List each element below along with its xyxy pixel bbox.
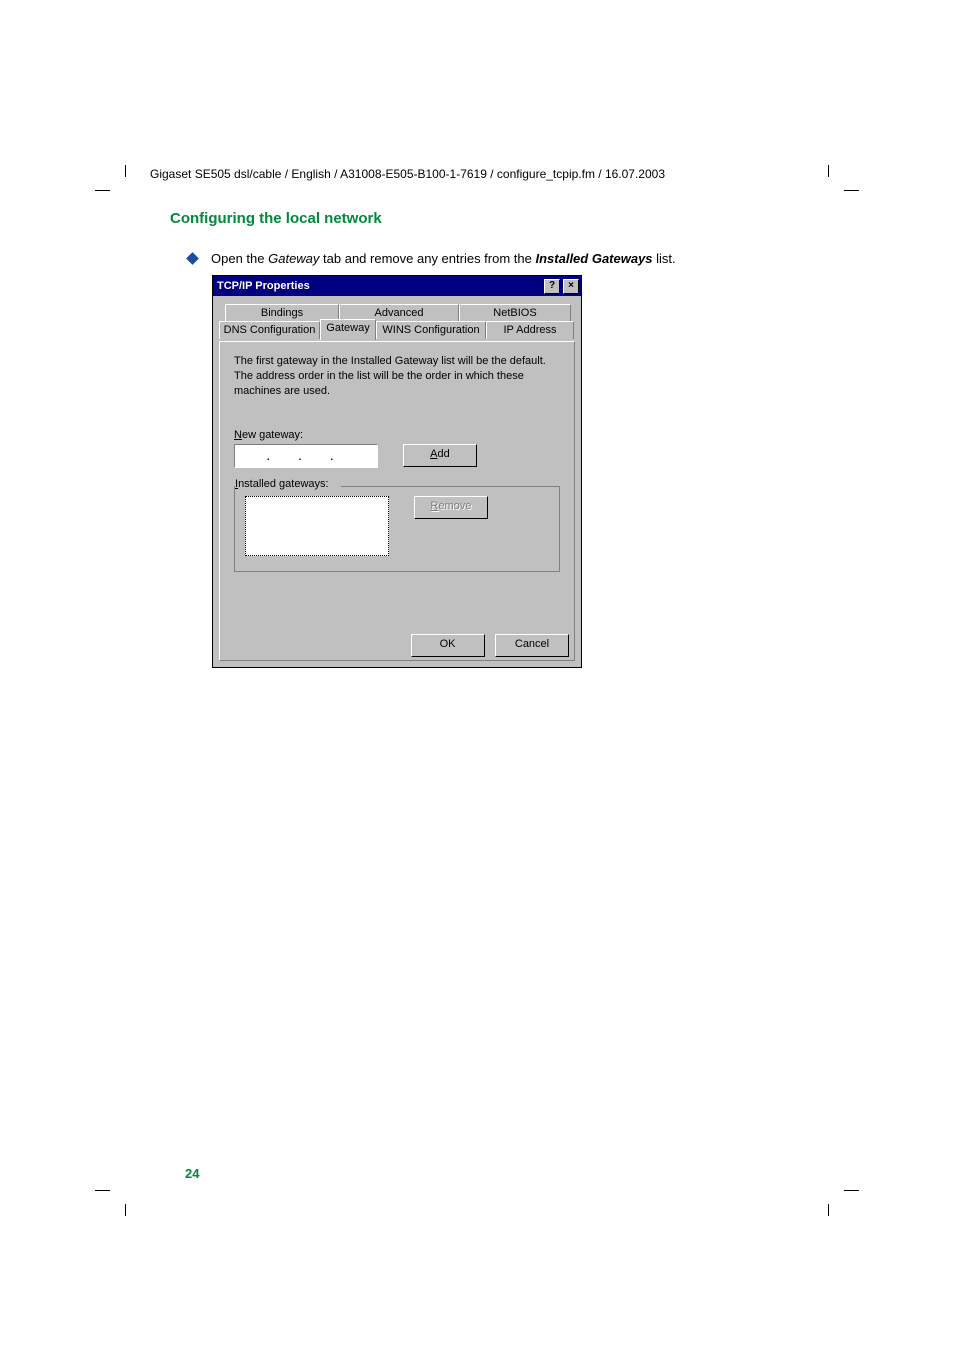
help-button[interactable]: ?	[544, 279, 560, 294]
section-heading: Configuring the local network	[170, 210, 382, 227]
new-gateway-input[interactable]: . . .	[234, 444, 378, 468]
page-number: 24	[185, 1166, 199, 1181]
crop-mark	[125, 165, 126, 177]
tab-panel-gateway: The first gateway in the Installed Gatew…	[219, 341, 575, 661]
crop-mark	[95, 190, 110, 191]
close-button[interactable]: ×	[563, 279, 579, 294]
remove-button[interactable]: Remove	[414, 496, 488, 519]
cancel-button[interactable]: Cancel	[495, 634, 569, 657]
gateway-description: The first gateway in the Installed Gatew…	[234, 354, 560, 399]
tab-wins-configuration[interactable]: WINS Configuration	[376, 321, 486, 339]
installed-gateways-group: Installed gateways: Remove	[234, 486, 560, 572]
installed-gateways-label: Installed gateways:	[235, 478, 331, 490]
crop-mark	[95, 1190, 110, 1191]
tab-strip: Bindings Advanced NetBIOS DNS Configurat…	[219, 304, 575, 342]
add-button[interactable]: Add	[403, 444, 477, 467]
tab-netbios[interactable]: NetBIOS	[459, 304, 571, 322]
tab-gateway[interactable]: Gateway	[320, 319, 376, 340]
new-gateway-label: New gateway:	[234, 429, 560, 441]
installed-gateways-list[interactable]	[245, 496, 389, 556]
crop-mark	[844, 190, 859, 191]
crop-mark	[828, 1204, 829, 1216]
page-header: Gigaset SE505 dsl/cable / English / A310…	[150, 167, 830, 181]
dialog-title: TCP/IP Properties	[217, 280, 310, 292]
bullet-text: Open the Gateway tab and remove any entr…	[211, 250, 676, 268]
dialog-titlebar: TCP/IP Properties ? ×	[213, 276, 581, 296]
crop-mark	[844, 1190, 859, 1191]
ok-button[interactable]: OK	[411, 634, 485, 657]
bullet-item: Open the Gateway tab and remove any entr…	[188, 250, 808, 268]
bullet-icon	[186, 252, 199, 265]
dialog-button-row: OK Cancel	[405, 634, 569, 657]
tab-ip-address[interactable]: IP Address	[486, 321, 574, 339]
tab-dns-configuration[interactable]: DNS Configuration	[219, 321, 320, 339]
crop-mark	[125, 1204, 126, 1216]
tcpip-properties-dialog: TCP/IP Properties ? × Bindings Advanced …	[212, 275, 582, 668]
